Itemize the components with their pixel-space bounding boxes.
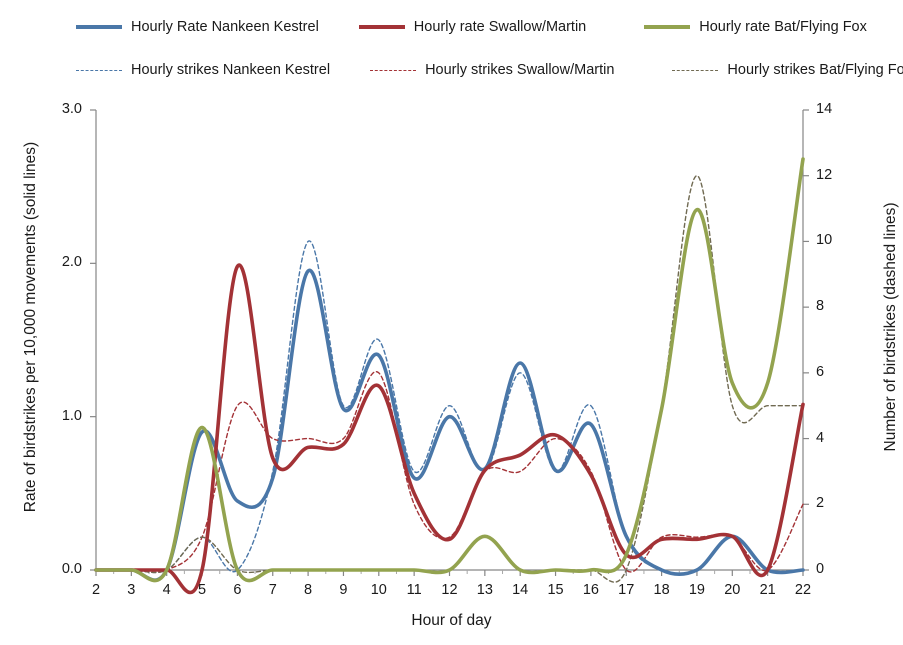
plot-canvas xyxy=(90,109,809,595)
y-tick-label-left: 2.0 xyxy=(61,254,82,271)
x-tick-label: 9 xyxy=(339,582,348,598)
y-axis-right-title: Number of birdstrikes (dashed lines) xyxy=(882,202,899,452)
y-tick-label-right: 0 xyxy=(816,561,825,577)
series-line-hourly-strikes-nankeen-kestrel xyxy=(95,240,804,575)
series-line-hourly-strikes-swallow-martin xyxy=(95,371,804,574)
x-tick-label: 11 xyxy=(406,582,422,598)
series-line-hourly-rate-bat-flying-fox xyxy=(94,157,805,583)
y-tick-label-left: 1.0 xyxy=(61,407,82,424)
x-tick-label: 15 xyxy=(547,582,564,598)
birdstrike-rate-chart: Hourly Rate Nankeen Kestrel Hourly rate S… xyxy=(0,0,903,645)
x-tick-label: 21 xyxy=(759,582,776,598)
x-tick-label: 12 xyxy=(441,582,458,598)
x-tick-label: 19 xyxy=(688,582,705,598)
y-tick-label-right: 2 xyxy=(816,495,825,512)
y-tick-label-right: 6 xyxy=(816,363,825,380)
x-tick-label: 16 xyxy=(582,582,599,598)
y-tick-label-right: 4 xyxy=(816,429,825,446)
x-tick-label: 4 xyxy=(162,582,171,598)
y-tick-label-right: 14 xyxy=(816,101,833,117)
y-tick-label-right: 10 xyxy=(816,232,833,249)
x-tick-label: 20 xyxy=(724,582,741,598)
x-tick-label: 8 xyxy=(304,582,313,598)
x-tick-label: 13 xyxy=(476,582,493,598)
y-axis-left-title: Rate of birdstrikes per 10,000 movements… xyxy=(22,141,39,513)
x-tick-label: 17 xyxy=(618,582,635,598)
x-tick-label: 14 xyxy=(512,582,529,598)
series-line-hourly-strikes-bat-flying-fox xyxy=(95,175,804,583)
y-tick-label-right: 12 xyxy=(816,166,833,183)
x-tick-label: 22 xyxy=(794,582,812,598)
x-tick-label: 18 xyxy=(653,582,670,598)
x-tick-label: 5 xyxy=(198,582,207,598)
x-tick-label: 2 xyxy=(91,582,101,598)
x-tick-label: 6 xyxy=(233,582,242,598)
x-tick-label: 7 xyxy=(268,582,277,598)
y-tick-label-left: 0.0 xyxy=(61,561,82,577)
x-axis-title: Hour of day xyxy=(411,612,492,629)
x-tick-label: 10 xyxy=(370,582,387,598)
y-tick-label-right: 8 xyxy=(816,298,825,315)
y-tick-label-left: 3.0 xyxy=(61,101,82,117)
series-line-hourly-rate-nankeen-kestrel xyxy=(94,268,805,582)
x-tick-label: 3 xyxy=(127,582,136,598)
